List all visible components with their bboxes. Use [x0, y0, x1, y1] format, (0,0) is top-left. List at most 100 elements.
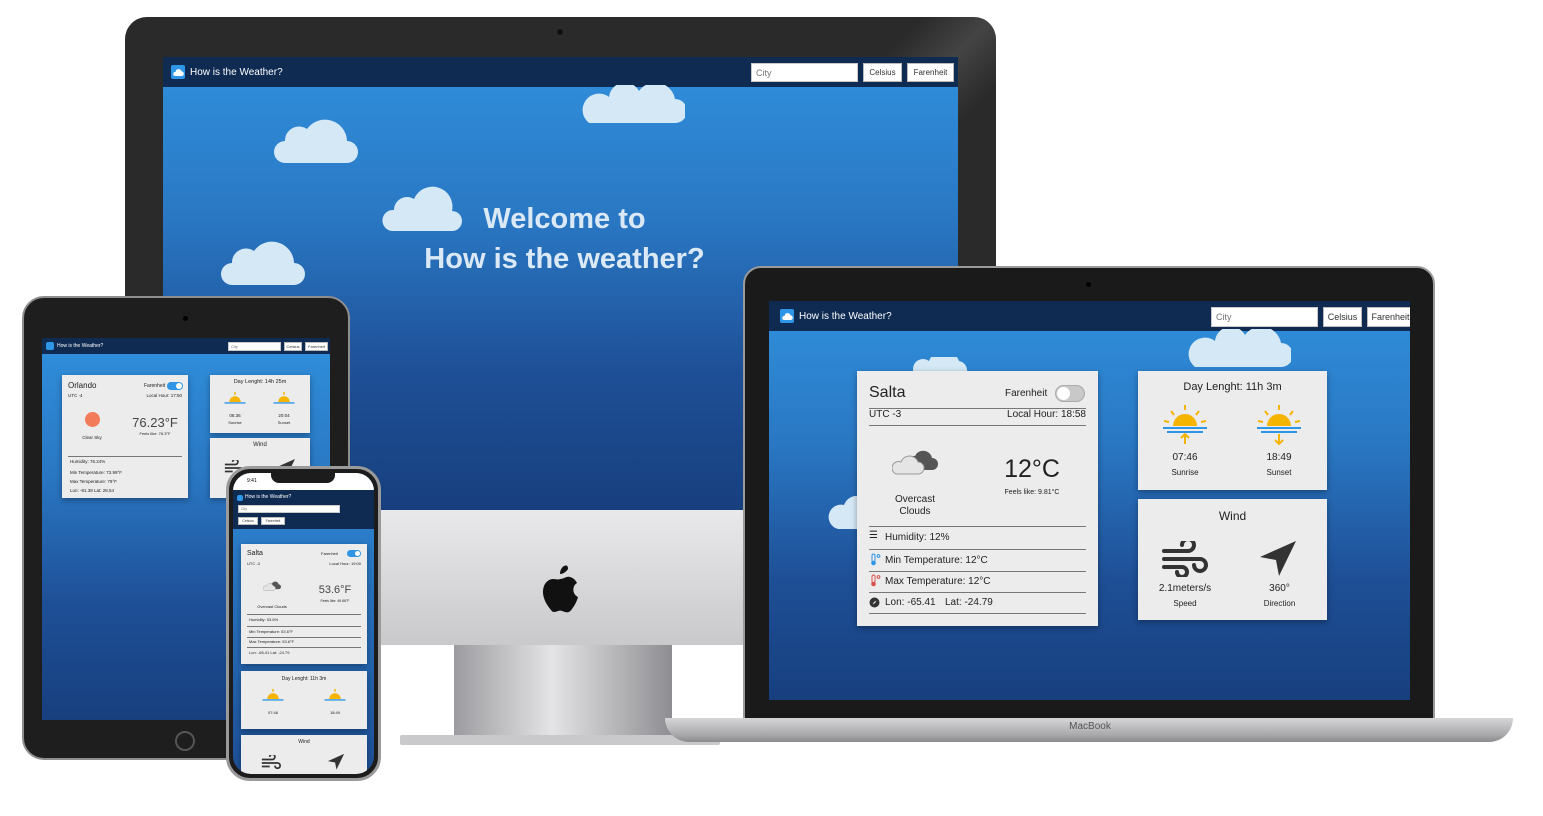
- cloud-icon: [274, 119, 358, 163]
- sunset-label: Sunset: [277, 420, 291, 425]
- day-length: Day Lenght: 11h 3m: [1183, 381, 1282, 393]
- navigation-arrow-icon: [1260, 541, 1296, 576]
- wind-speed-label: Speed: [1173, 599, 1197, 608]
- local-hour: Local Hour: 19:00: [329, 561, 361, 566]
- weather-condition: Overcast Clouds: [257, 604, 287, 609]
- clear-sky-icon: [85, 412, 100, 427]
- min-temperature: Min Temperature: 53.6°F: [249, 629, 293, 634]
- overcast-clouds-icon: [263, 581, 281, 591]
- celsius-button[interactable]: Celsius: [238, 517, 258, 525]
- cloud-icon: [582, 85, 685, 123]
- utc-offset: UTC -3: [247, 561, 260, 566]
- wind-speed: 2.1meters/s: [1158, 583, 1212, 594]
- city-search-input[interactable]: [1211, 307, 1318, 327]
- tablet-camera: [183, 316, 188, 321]
- imac-camera: [557, 29, 563, 35]
- sunset-label: Sunset: [1266, 468, 1292, 477]
- celsius-button[interactable]: Celsius: [1323, 307, 1362, 327]
- weather-condition: Overcast Clouds: [894, 494, 935, 517]
- weather-condition: Clear Sky: [82, 435, 102, 440]
- city-search-input[interactable]: [238, 505, 340, 513]
- day-length-card: Day Lenght: 14h 25m 06:36 Sunrise 20:04 …: [210, 375, 310, 433]
- wind-icon: [1162, 541, 1208, 577]
- thermometer-hot-icon: [871, 574, 881, 587]
- compass-icon: [869, 597, 880, 608]
- phone-notch: [271, 473, 335, 483]
- city-search-input[interactable]: [228, 342, 281, 351]
- sunset-time: 18:49: [329, 710, 340, 715]
- app-title[interactable]: How is the Weather?: [245, 494, 291, 500]
- celsius-button[interactable]: Celsius: [863, 63, 902, 82]
- farenheit-toggle[interactable]: [167, 382, 183, 390]
- farenheit-toggle-label: Farenheit: [144, 383, 166, 389]
- phone-screen: 9:41 How is the Weather? Celsius Farenhe…: [233, 473, 374, 774]
- min-temperature: Min Temperature: 73.99°F: [70, 470, 122, 475]
- sunrise-time: 07:46: [267, 710, 278, 715]
- celsius-button[interactable]: Celsius: [284, 342, 302, 351]
- overcast-clouds-icon: [892, 450, 938, 475]
- tablet-home-button[interactable]: [175, 731, 195, 751]
- thermometer-cold-icon: [871, 553, 881, 566]
- weather-card: Orlando Farenheit UTC -4 Local Hour: 17:…: [62, 375, 188, 498]
- wind-title: Wind: [298, 739, 310, 745]
- farenheit-button[interactable]: Farenheit: [305, 342, 328, 351]
- farenheit-button[interactable]: Farenheit: [907, 63, 954, 82]
- wind-direction-label: Direction: [1263, 599, 1296, 608]
- imac-stand-base: [400, 735, 720, 745]
- temperature: 53.6°F: [318, 584, 352, 596]
- humidity: Humidity: 12%: [885, 532, 950, 543]
- feels-like: Feels like: 49.66°F: [320, 599, 350, 603]
- weather-card: Salta Farenheit UTC -3 Local Hour: 18:58…: [857, 371, 1098, 626]
- wind-card: Wind: [241, 735, 367, 774]
- farenheit-toggle-label: Farenheit: [1005, 388, 1048, 399]
- sunrise-time: 06:36: [229, 413, 241, 418]
- farenheit-button[interactable]: Farenheit: [261, 517, 285, 525]
- feels-like: Feels like: 76.3°F: [139, 431, 171, 436]
- sunset-time: 18:49: [1266, 452, 1292, 463]
- weather-logo-icon: [780, 309, 794, 323]
- sunrise-icon: [224, 391, 246, 404]
- navigation-arrow-icon: [327, 753, 345, 770]
- utc-offset: UTC -3: [869, 409, 902, 420]
- laptop-camera: [1086, 282, 1091, 287]
- sunrise-icon: [262, 688, 284, 701]
- farenheit-toggle[interactable]: [1055, 385, 1085, 402]
- max-temperature: Max Temperature: 79°F: [70, 479, 117, 484]
- sunrise-label: Sunrise: [1171, 468, 1199, 477]
- feels-like: Feels like: 9.81°C: [1004, 489, 1060, 496]
- imac-stand-neck: [454, 645, 672, 740]
- welcome-line-1: Welcome to: [483, 203, 646, 235]
- sunrise-label: Sunrise: [228, 420, 242, 425]
- sunset-time: 20:04: [278, 413, 290, 418]
- weather-logo-icon: [237, 495, 243, 501]
- phone-navbar: How is the Weather? Celsius Farenheit: [233, 490, 374, 529]
- max-temperature: Max Temperature: 12°C: [885, 576, 991, 587]
- farenheit-button[interactable]: Farenheit: [1367, 307, 1410, 327]
- apple-logo-icon: [538, 565, 582, 622]
- wind-direction: 360°: [1269, 583, 1290, 594]
- weather-logo-icon: [46, 342, 54, 350]
- temperature: 12°C: [1004, 455, 1060, 483]
- city-search-input[interactable]: [751, 63, 858, 82]
- utc-offset: UTC -4: [68, 393, 83, 398]
- app-title[interactable]: How is the Weather?: [190, 67, 283, 78]
- wind-title: Wind: [1218, 509, 1247, 523]
- app-title[interactable]: How is the Weather?: [799, 311, 892, 322]
- wind-title: Wind: [253, 442, 267, 448]
- phone-status-bar: 9:41: [233, 473, 374, 490]
- tablet-navbar: How is the Weather? Celsius Farenheit: [42, 338, 330, 354]
- sunrise-icon: [1163, 405, 1207, 444]
- wind-icon: [261, 755, 281, 770]
- app-title[interactable]: How is the Weather?: [57, 343, 103, 349]
- day-length-card: Day Lenght: 11h 3m 07:46 Sunrise 18:49 S…: [1138, 371, 1327, 490]
- local-hour: Local Hour: 17:50: [146, 393, 182, 398]
- sunset-icon: [273, 391, 295, 404]
- status-time: 9:41: [247, 478, 257, 484]
- farenheit-toggle[interactable]: [347, 550, 361, 557]
- day-length: Day Lenght: 11h 3m: [281, 676, 327, 682]
- weather-logo-icon: [171, 65, 185, 79]
- laptop-screen: How is the Weather? Celsius Farenheit Sa…: [769, 301, 1410, 700]
- cloud-icon: [1188, 329, 1291, 367]
- city-name: Salta: [869, 384, 906, 401]
- desktop-navbar: How is the Weather? Celsius Farenheit: [163, 57, 958, 87]
